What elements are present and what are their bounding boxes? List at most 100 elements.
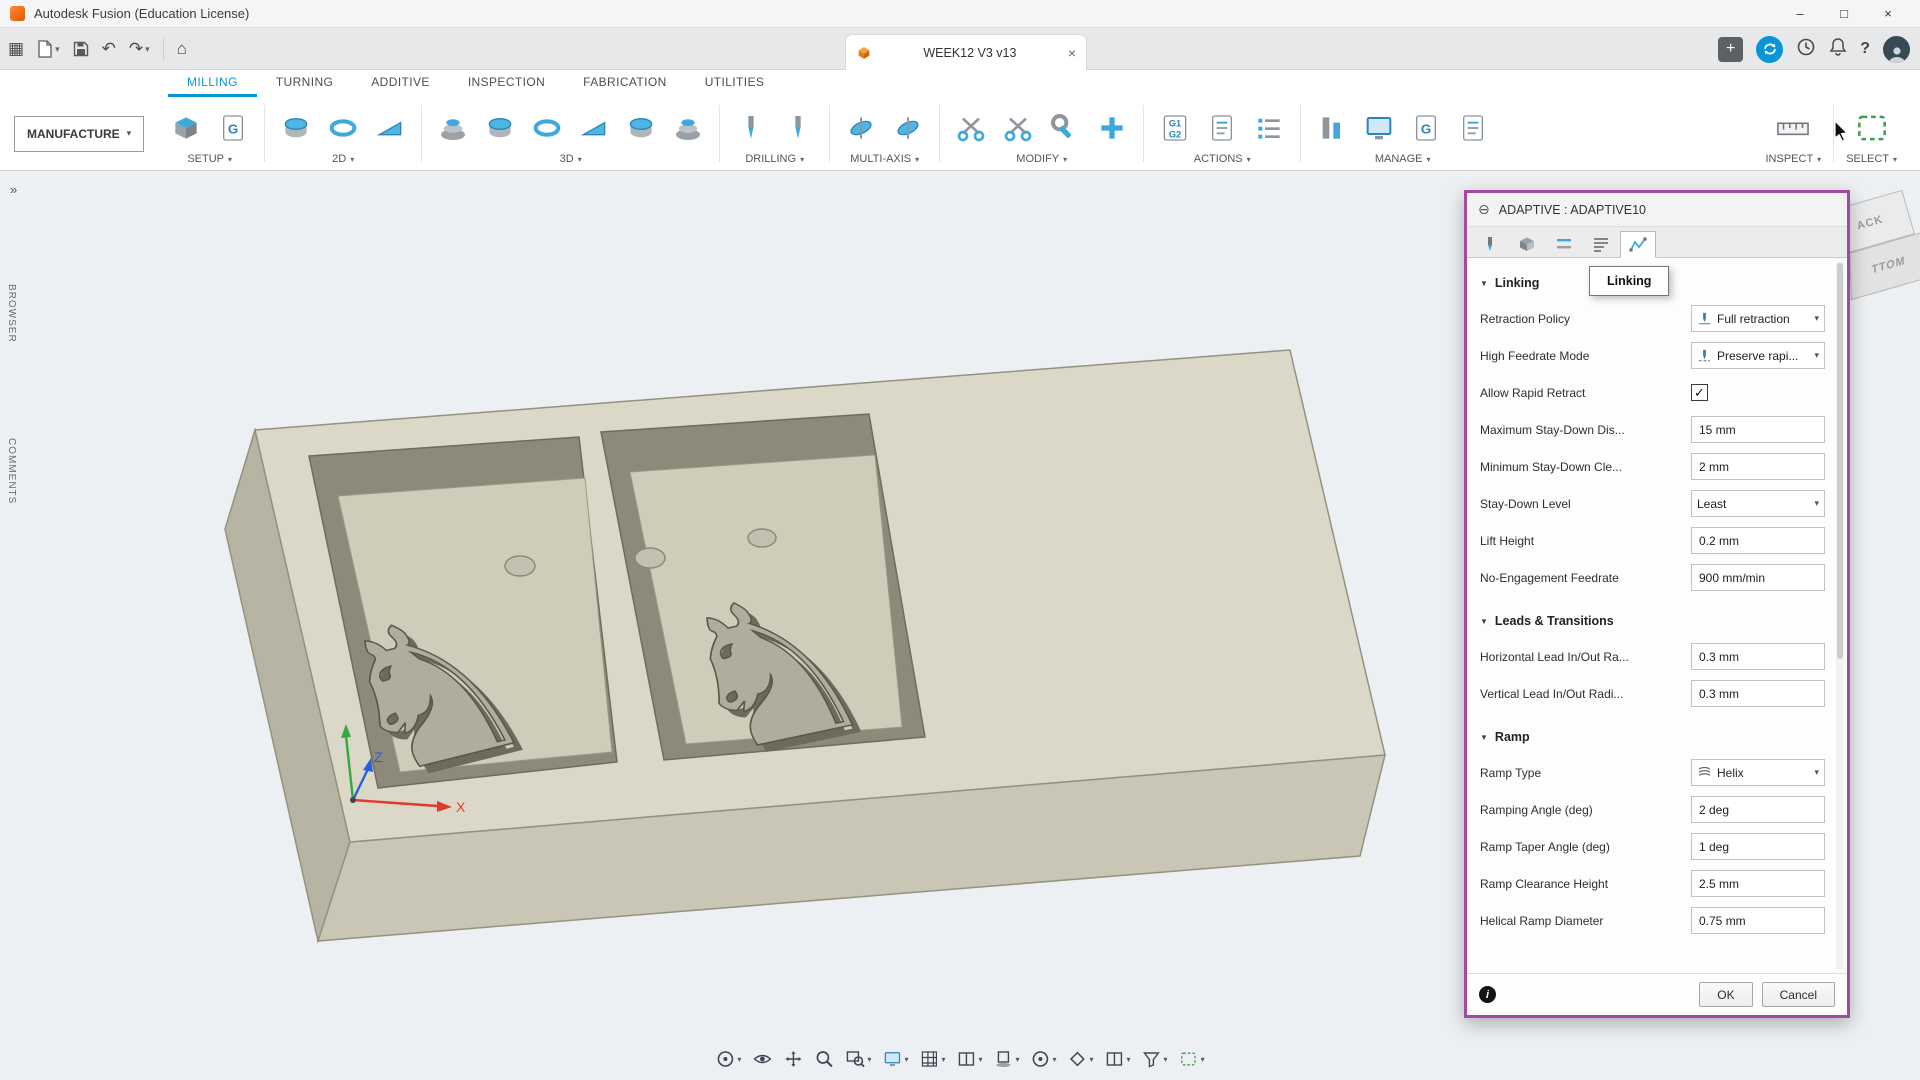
- post-library-button[interactable]: G: [1407, 108, 1445, 148]
- group-label-select[interactable]: SELECT▾: [1846, 153, 1897, 165]
- group-label-2d[interactable]: 2D▾: [277, 153, 409, 165]
- look-at-button[interactable]: [749, 1046, 775, 1072]
- redo-button[interactable]: ↷ ▾: [129, 39, 150, 59]
- app-grid-icon[interactable]: ▦: [8, 39, 24, 59]
- close-tab-icon[interactable]: ×: [1068, 45, 1076, 61]
- dialog-header[interactable]: ⊖ ADAPTIVE : ADAPTIVE10: [1467, 193, 1847, 227]
- tab-milling[interactable]: MILLING: [168, 70, 257, 97]
- workspace-switcher[interactable]: MANUFACTURE ▾: [14, 116, 144, 152]
- ok-button[interactable]: OK: [1699, 982, 1752, 1007]
- collapse-dialog-icon[interactable]: ⊖: [1478, 201, 1490, 218]
- select-button[interactable]: [1853, 108, 1891, 148]
- drill-button[interactable]: [732, 108, 770, 148]
- file-menu-button[interactable]: ▾: [37, 40, 60, 58]
- minimize-button[interactable]: –: [1778, 0, 1822, 28]
- notifications-button[interactable]: [1829, 37, 1847, 62]
- measure-button[interactable]: [1774, 108, 1812, 148]
- new-folder-button[interactable]: G: [214, 108, 252, 148]
- allow-rapid-retract-checkbox[interactable]: ✓: [1691, 384, 1708, 401]
- job-status-icon[interactable]: [1756, 36, 1783, 63]
- templates-button[interactable]: [1454, 108, 1492, 148]
- document-tab[interactable]: WEEK12 V3 v13 ×: [845, 34, 1087, 70]
- display-settings-button[interactable]: ▾: [879, 1046, 911, 1072]
- boss-circle[interactable]: [505, 556, 535, 576]
- group-label-inspect[interactable]: INSPECT▾: [1765, 153, 1821, 165]
- delete-passes-button[interactable]: [999, 108, 1037, 148]
- vertical-lead-input[interactable]: [1691, 680, 1825, 707]
- group-label-modify[interactable]: MODIFY▾: [952, 153, 1131, 165]
- save-button[interactable]: [73, 41, 89, 57]
- thread-button[interactable]: [779, 108, 817, 148]
- expand-panels-icon[interactable]: »: [10, 182, 15, 197]
- maximize-button[interactable]: □: [1822, 0, 1866, 28]
- group-label-3d[interactable]: 3D▾: [434, 153, 707, 165]
- setup-sheet-button[interactable]: [1203, 108, 1241, 148]
- 3d-pocket-button[interactable]: [481, 108, 519, 148]
- group-label-multi-axis[interactable]: MULTI-AXIS▾: [842, 153, 927, 165]
- tool-library-button[interactable]: [1313, 108, 1351, 148]
- info-icon[interactable]: i: [1479, 986, 1496, 1003]
- ramping-angle-input[interactable]: [1691, 796, 1825, 823]
- post-process-button[interactable]: G1G2: [1156, 108, 1194, 148]
- lift-height-input[interactable]: [1691, 527, 1825, 554]
- fit-button[interactable]: ▾: [842, 1046, 874, 1072]
- group-label-drilling[interactable]: DRILLING▾: [732, 153, 817, 165]
- history-clock-button[interactable]: [1796, 37, 1816, 62]
- 2d-pocket-button[interactable]: [324, 108, 362, 148]
- dialog-scrollbar[interactable]: [1836, 262, 1844, 969]
- tab-turning[interactable]: TURNING: [257, 70, 352, 97]
- tab-linking[interactable]: [1620, 231, 1656, 258]
- browser-panel-tab[interactable]: BROWSER: [6, 284, 24, 343]
- tab-additive[interactable]: ADDITIVE: [352, 70, 449, 97]
- multi-axis-contour-button[interactable]: [889, 108, 927, 148]
- tab-geometry[interactable]: [1509, 230, 1545, 257]
- trim-button[interactable]: [952, 108, 990, 148]
- machine-library-button[interactable]: [1360, 108, 1398, 148]
- group-label-actions[interactable]: ACTIONS▾: [1156, 153, 1288, 165]
- ramp-taper-angle-input[interactable]: [1691, 833, 1825, 860]
- retraction-policy-dropdown[interactable]: Full retraction ▾: [1691, 305, 1825, 332]
- section-ramp[interactable]: ▼ Ramp: [1480, 720, 1825, 754]
- no-engagement-feedrate-input[interactable]: [1691, 564, 1825, 591]
- undo-button[interactable]: ↶: [102, 39, 116, 59]
- help-button[interactable]: ?: [1860, 40, 1870, 58]
- 2d-chamfer-button[interactable]: [371, 108, 409, 148]
- scrollbar-thumb[interactable]: [1837, 263, 1843, 659]
- ramp-button[interactable]: [575, 108, 613, 148]
- high-feedrate-mode-dropdown[interactable]: Preserve rapi... ▾: [1691, 342, 1825, 369]
- adaptive-clearing-button[interactable]: [434, 108, 472, 148]
- spiral-button[interactable]: [669, 108, 707, 148]
- section-leads-transitions[interactable]: ▼ Leads & Transitions: [1480, 604, 1825, 638]
- boss-circle[interactable]: [635, 548, 665, 568]
- minimum-stay-down-input[interactable]: [1691, 453, 1825, 480]
- tab-inspection[interactable]: INSPECTION: [449, 70, 564, 97]
- add-operation-button[interactable]: [1093, 108, 1131, 148]
- tab-heights[interactable]: [1546, 230, 1582, 257]
- helical-ramp-diameter-input[interactable]: [1691, 907, 1825, 934]
- tab-passes[interactable]: [1583, 230, 1619, 257]
- new-setup-button[interactable]: [167, 108, 205, 148]
- orbit-button[interactable]: ▾: [712, 1046, 744, 1072]
- selection-filter-button[interactable]: ▾: [1139, 1046, 1171, 1072]
- contour-button[interactable]: [528, 108, 566, 148]
- tab-fabrication[interactable]: FABRICATION: [564, 70, 686, 97]
- home-view-button[interactable]: ⌂: [177, 39, 187, 59]
- user-avatar[interactable]: [1883, 36, 1910, 63]
- pan-button[interactable]: [780, 1046, 806, 1072]
- horizontal-lead-input[interactable]: [1691, 643, 1825, 670]
- visual-style-button[interactable]: ▾: [1028, 1046, 1060, 1072]
- group-label-manage[interactable]: MANAGE▾: [1313, 153, 1492, 165]
- ramp-type-dropdown[interactable]: Helix ▾: [1691, 759, 1825, 786]
- stay-down-level-dropdown[interactable]: Least ▾: [1691, 490, 1825, 517]
- viewports-button[interactable]: ▾: [953, 1046, 985, 1072]
- selection-tools-button[interactable]: ▾: [1176, 1046, 1208, 1072]
- ortho-camera-button[interactable]: ▾: [1065, 1046, 1097, 1072]
- viewport-layout-button[interactable]: ▾: [1102, 1046, 1134, 1072]
- new-tab-button[interactable]: +: [1718, 37, 1743, 62]
- comments-panel-tab[interactable]: COMMENTS: [6, 438, 24, 504]
- edit-tool-button[interactable]: [1046, 108, 1084, 148]
- close-window-button[interactable]: ×: [1866, 0, 1910, 28]
- group-label-setup[interactable]: SETUP▾: [167, 153, 252, 165]
- maximum-stay-down-input[interactable]: [1691, 416, 1825, 443]
- 2d-face-button[interactable]: [277, 108, 315, 148]
